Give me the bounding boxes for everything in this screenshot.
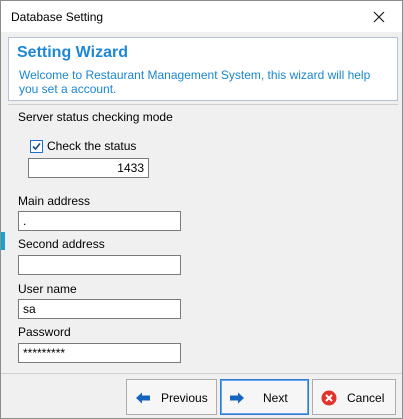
window-title: Database Setting xyxy=(11,10,104,24)
password-label: Password xyxy=(18,325,71,339)
cancel-button-label: Cancel xyxy=(347,391,385,405)
wizard-welcome-text: Welcome to Restaurant Management System,… xyxy=(19,68,371,96)
user-name-label: User name xyxy=(18,282,77,296)
previous-button-label: Previous xyxy=(161,391,208,405)
header-divider xyxy=(8,104,398,105)
user-name-input[interactable]: sa xyxy=(18,299,181,319)
close-button[interactable] xyxy=(356,1,402,32)
check-status-checkbox[interactable] xyxy=(30,140,43,153)
previous-button[interactable]: Previous xyxy=(126,379,217,415)
footer-divider xyxy=(1,373,402,374)
second-address-label: Second address xyxy=(18,237,105,251)
wizard-title: Setting Wizard xyxy=(17,44,128,61)
main-address-label: Main address xyxy=(18,194,91,208)
port-input[interactable]: 1433 xyxy=(28,158,149,178)
second-address-input[interactable] xyxy=(18,255,181,275)
checkmark-icon xyxy=(32,142,41,151)
cancel-button[interactable]: Cancel xyxy=(312,379,396,415)
password-input[interactable]: ********* xyxy=(18,343,181,363)
cancel-icon xyxy=(321,390,337,406)
title-bar: Database Setting xyxy=(1,1,402,32)
main-address-input[interactable]: . xyxy=(18,211,181,231)
left-edge-accent xyxy=(1,232,5,250)
check-status-label[interactable]: Check the status xyxy=(47,139,136,153)
arrow-left-icon xyxy=(136,392,150,404)
database-setting-window: Database Setting Setting Wizard Welcome … xyxy=(0,0,403,419)
arrow-right-icon xyxy=(230,392,244,404)
next-button-label: Next xyxy=(263,391,288,405)
wizard-header: Setting Wizard Welcome to Restaurant Man… xyxy=(8,37,398,101)
close-icon xyxy=(373,11,385,22)
server-mode-label: Server status checking mode xyxy=(18,110,173,124)
next-button[interactable]: Next xyxy=(220,379,309,415)
